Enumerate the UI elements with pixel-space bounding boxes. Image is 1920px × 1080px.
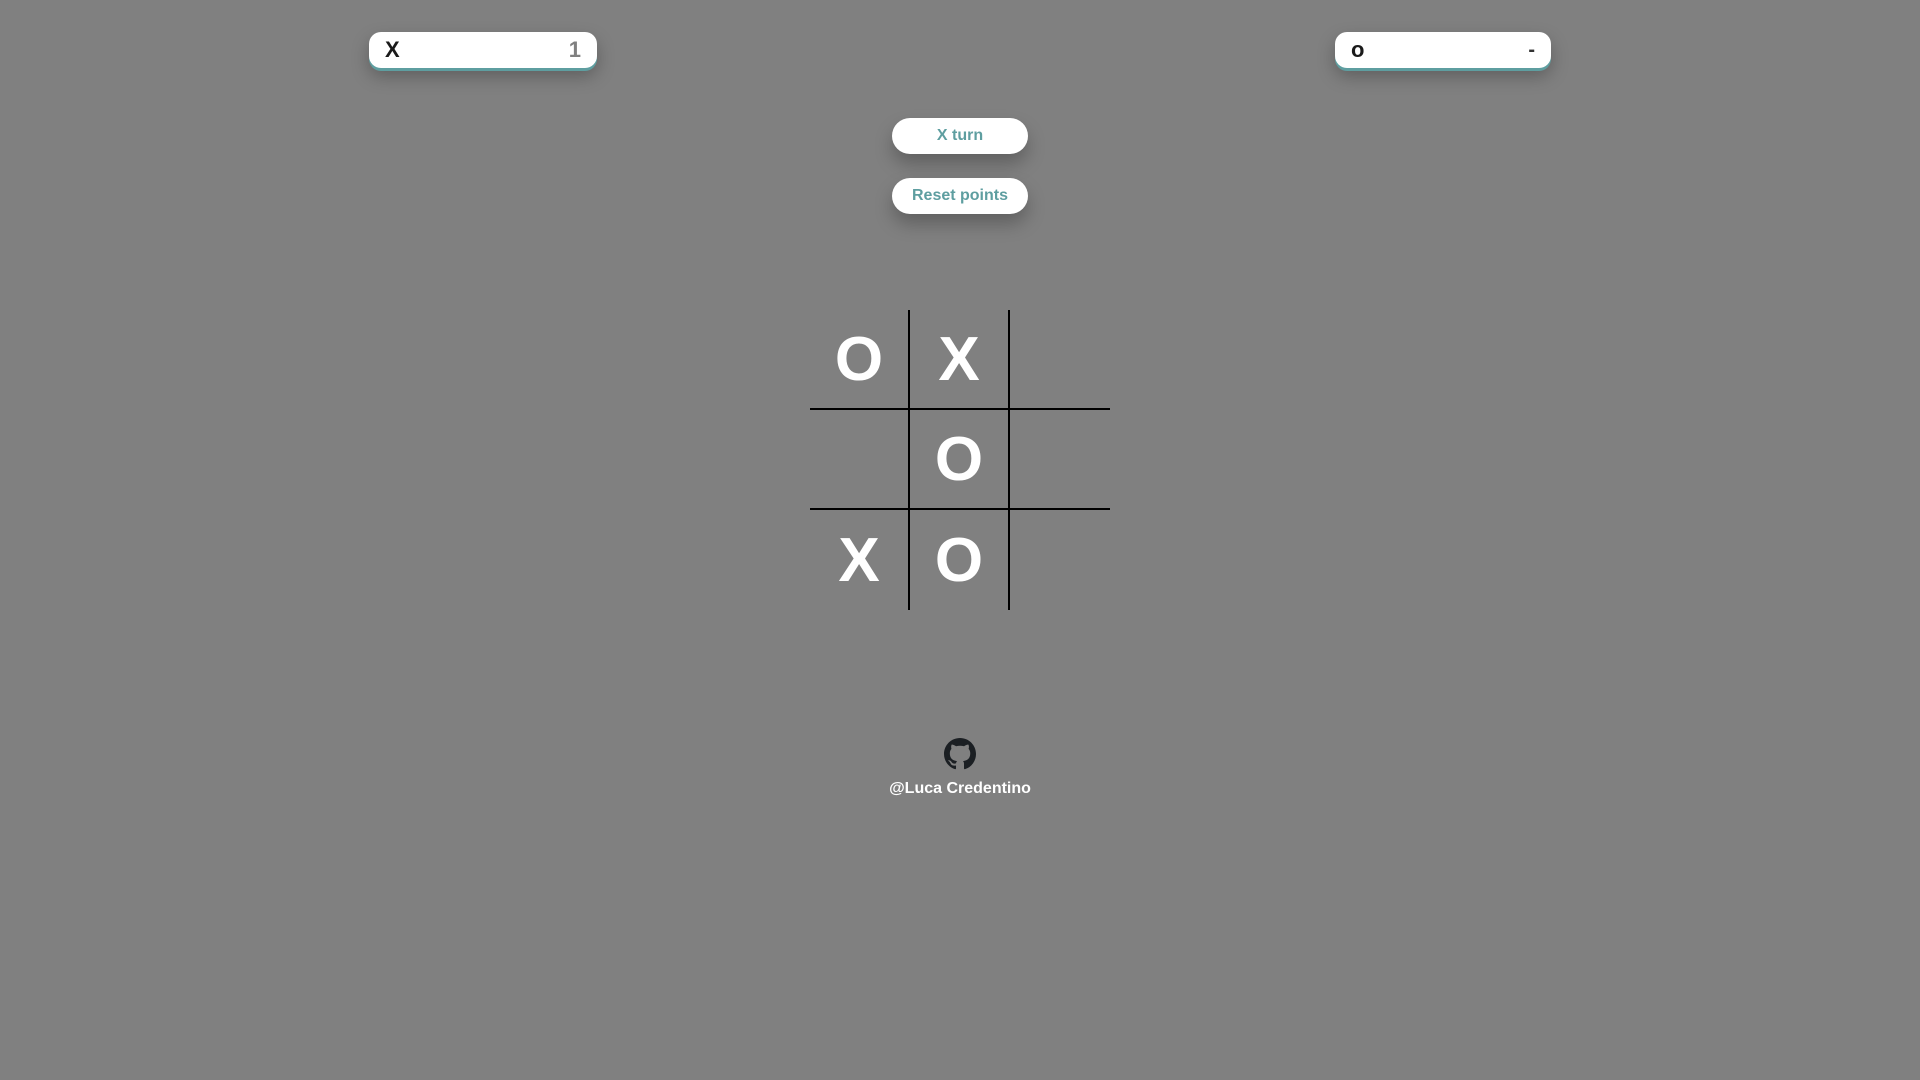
github-icon[interactable] — [944, 738, 976, 770]
board-cell-2[interactable]: X — [910, 310, 1010, 410]
reset-points-button[interactable]: Reset points — [892, 178, 1028, 214]
game-board: O X O X O — [810, 310, 1110, 610]
board-cell-3[interactable] — [1010, 310, 1110, 410]
player-o-score: - — [1528, 38, 1535, 61]
board-cell-8[interactable]: O — [910, 510, 1010, 610]
turn-indicator-button[interactable]: X turn — [892, 118, 1028, 154]
board-cell-9[interactable] — [1010, 510, 1110, 610]
board-cell-1[interactable]: O — [810, 310, 910, 410]
score-card-o: o - — [1335, 32, 1551, 68]
score-card-x: X 1 — [369, 32, 597, 68]
game-page: X 1 o - X turn Reset points O X O X O @L… — [0, 0, 1920, 1080]
player-o-label: o — [1351, 37, 1365, 62]
player-x-label: X — [385, 37, 400, 62]
player-x-score: 1 — [568, 37, 581, 62]
board-cell-4[interactable] — [810, 410, 910, 510]
author-link[interactable]: @Luca Credentino — [860, 780, 1060, 798]
board-cell-5[interactable]: O — [910, 410, 1010, 510]
board-cell-7[interactable]: X — [810, 510, 910, 610]
board-cell-6[interactable] — [1010, 410, 1110, 510]
